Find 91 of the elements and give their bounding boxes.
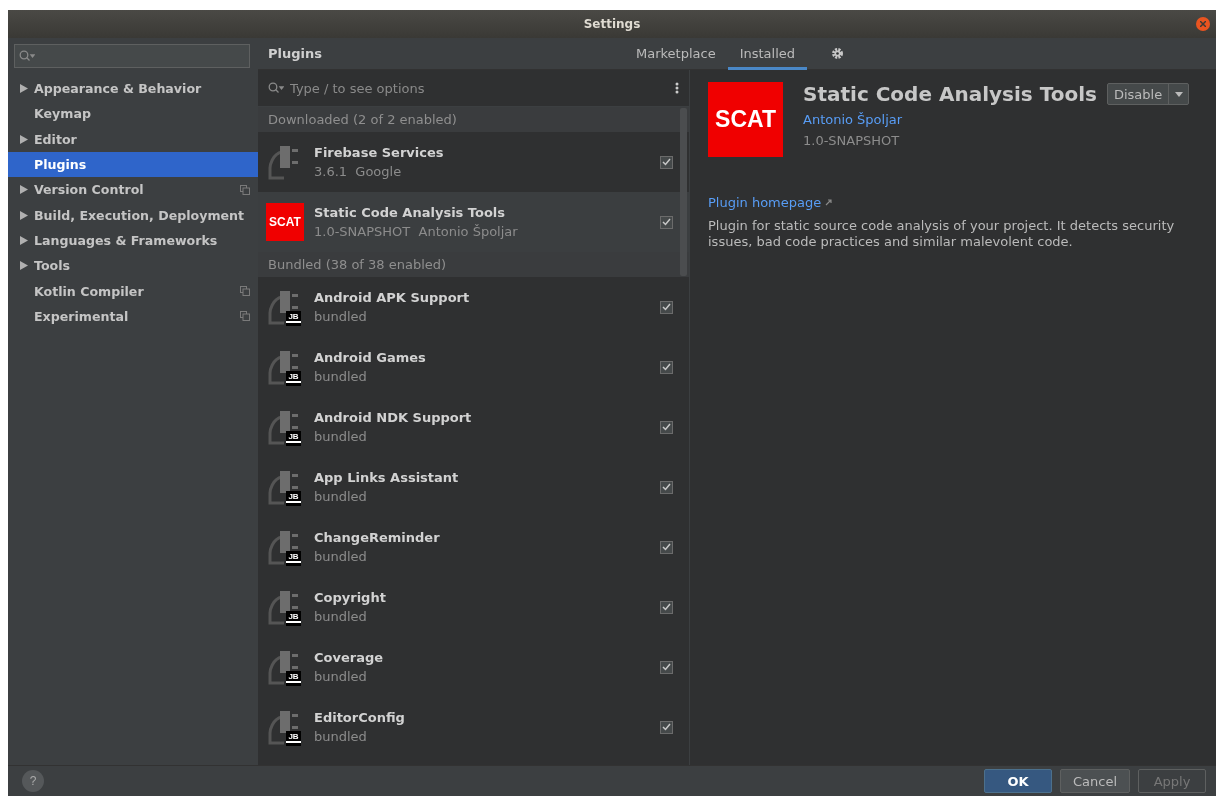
- expand-arrow-icon[interactable]: [20, 235, 28, 245]
- plugin-name: EditorConfig: [314, 710, 406, 725]
- plugin-version: 1.0-SNAPSHOT: [803, 133, 901, 148]
- jetbrains-badge-icon: JB: [286, 611, 301, 626]
- sidebar-item-label: Build, Execution, Deployment: [34, 207, 246, 223]
- scrollbar[interactable]: [680, 108, 687, 276]
- window-title: Settings: [583, 17, 641, 31]
- plugin-description: Plugin for static source code analysis of your project. It detects security issues, bad code practices and similar malevolent code.: [708, 218, 1176, 250]
- sidebar-item[interactable]: Kotlin Compiler: [8, 278, 258, 304]
- settings-icon[interactable]: [831, 47, 845, 60]
- sidebar-item[interactable]: Plugins: [8, 151, 258, 178]
- plugin-details: bundled: [314, 549, 368, 564]
- sidebar-item-label: Version Control: [34, 182, 145, 198]
- enable-checkbox[interactable]: [660, 300, 673, 314]
- caret-icon[interactable]: [1174, 91, 1183, 97]
- plugin-details: bundled: [314, 429, 368, 444]
- plugin-name: App Links Assistant: [314, 470, 460, 485]
- plugin-name: Android APK Support: [314, 290, 471, 305]
- enable-checkbox[interactable]: [660, 215, 673, 229]
- more-options-icon[interactable]: [675, 82, 679, 94]
- sidebar-item-label: Plugins: [34, 157, 88, 173]
- group-header: Bundled (38 of 38 enabled): [258, 252, 689, 277]
- enable-checkbox[interactable]: [660, 480, 673, 494]
- enable-checkbox[interactable]: [660, 360, 673, 374]
- sidebar-item-label: Experimental: [34, 308, 130, 324]
- jetbrains-badge-icon: JB: [286, 311, 301, 326]
- sidebar-item[interactable]: Build, Execution, Deployment: [8, 202, 258, 228]
- jetbrains-badge-icon: JB: [286, 431, 301, 446]
- plugin-details: bundled: [314, 369, 368, 384]
- plugin-logo: SCAT: [266, 203, 304, 241]
- jetbrains-badge-icon: JB: [286, 731, 301, 746]
- jetbrains-badge-icon: JB: [286, 671, 301, 686]
- plugin-details: bundled: [314, 669, 368, 684]
- dialog-button[interactable]: OK: [983, 769, 1052, 793]
- plugin-logo: SCAT: [708, 82, 783, 157]
- search-icon: [268, 82, 284, 94]
- plugin-name: Coverage: [314, 650, 385, 665]
- expand-arrow-icon[interactable]: [20, 185, 28, 195]
- plugin-details: bundled: [314, 309, 368, 324]
- sidebar-item[interactable]: Appearance & Behavior: [8, 76, 258, 102]
- sidebar-item-label: Kotlin Compiler: [34, 283, 145, 299]
- plugin-details: bundled: [314, 609, 368, 624]
- plugin-details: 1.0-SNAPSHOT Antonio Špoljar: [314, 224, 519, 239]
- expand-arrow-icon[interactable]: [20, 210, 28, 220]
- close-button[interactable]: [1196, 17, 1210, 31]
- enable-checkbox[interactable]: [660, 720, 673, 734]
- sidebar-item[interactable]: Version Control: [8, 177, 258, 203]
- sidebar-item[interactable]: Experimental: [8, 303, 258, 329]
- enable-checkbox[interactable]: [660, 155, 673, 169]
- plugin-name: Copyright: [314, 590, 387, 605]
- sidebar-item-label: Appearance & Behavior: [34, 81, 203, 97]
- plugin-name: Android NDK Support: [314, 410, 473, 425]
- sidebar-item[interactable]: Editor: [8, 126, 258, 152]
- jetbrains-badge-icon: JB: [286, 491, 301, 506]
- sidebar-item[interactable]: Keymap: [8, 101, 258, 127]
- search-field[interactable]: [14, 44, 250, 68]
- expand-arrow-icon[interactable]: [20, 84, 28, 94]
- plugin-name: ChangeReminder: [314, 530, 441, 545]
- plugin-search-field[interactable]: Type / to see options: [290, 80, 669, 96]
- plugin-details: bundled: [314, 729, 368, 744]
- vendor-link[interactable]: Antonio Špoljar: [803, 112, 1190, 127]
- dialog-button[interactable]: Cancel: [1059, 769, 1130, 793]
- sidebar-item[interactable]: Languages & Frameworks: [8, 227, 258, 254]
- homepage-link[interactable]: Plugin homepage: [708, 195, 822, 210]
- plugin-details: bundled: [314, 489, 368, 504]
- sidebar-item[interactable]: Tools: [8, 253, 258, 279]
- external-link-icon: [825, 199, 833, 206]
- help-button[interactable]: ?: [22, 770, 44, 792]
- plugin-details: 3.6.1 Google: [314, 164, 403, 179]
- plugin-row[interactable]: SCAT Static Code Analysis Tools 1.0-SNAPSHOT Antonio Špoljar: [258, 192, 689, 252]
- sidebar-item-label: Tools: [34, 258, 72, 274]
- enable-checkbox[interactable]: [660, 600, 673, 614]
- plugin-name: Firebase Services: [314, 145, 445, 160]
- enable-checkbox[interactable]: [660, 420, 673, 434]
- sidebar-item-label: Editor: [34, 131, 78, 147]
- tab[interactable]: Marketplace: [624, 37, 728, 70]
- plugin-title: Static Code Analysis Tools: [803, 82, 1097, 106]
- close-icon[interactable]: [1200, 21, 1206, 27]
- jetbrains-badge-icon: JB: [286, 371, 301, 386]
- jetbrains-badge-icon: JB: [286, 551, 301, 566]
- sidebar-item-label: Languages & Frameworks: [34, 232, 219, 248]
- expand-arrow-icon[interactable]: [20, 261, 28, 271]
- search-icon: [19, 50, 35, 62]
- expand-arrow-icon[interactable]: [20, 134, 28, 144]
- plugin-name: Static Code Analysis Tools: [314, 205, 507, 220]
- enable-checkbox[interactable]: [660, 660, 673, 674]
- group-header: Downloaded (2 of 2 enabled): [258, 107, 689, 132]
- plugin-name: Android Games: [314, 350, 427, 365]
- page-title: Plugins: [268, 46, 323, 61]
- sidebar-item-label: Keymap: [34, 106, 92, 122]
- enable-checkbox[interactable]: [660, 540, 673, 554]
